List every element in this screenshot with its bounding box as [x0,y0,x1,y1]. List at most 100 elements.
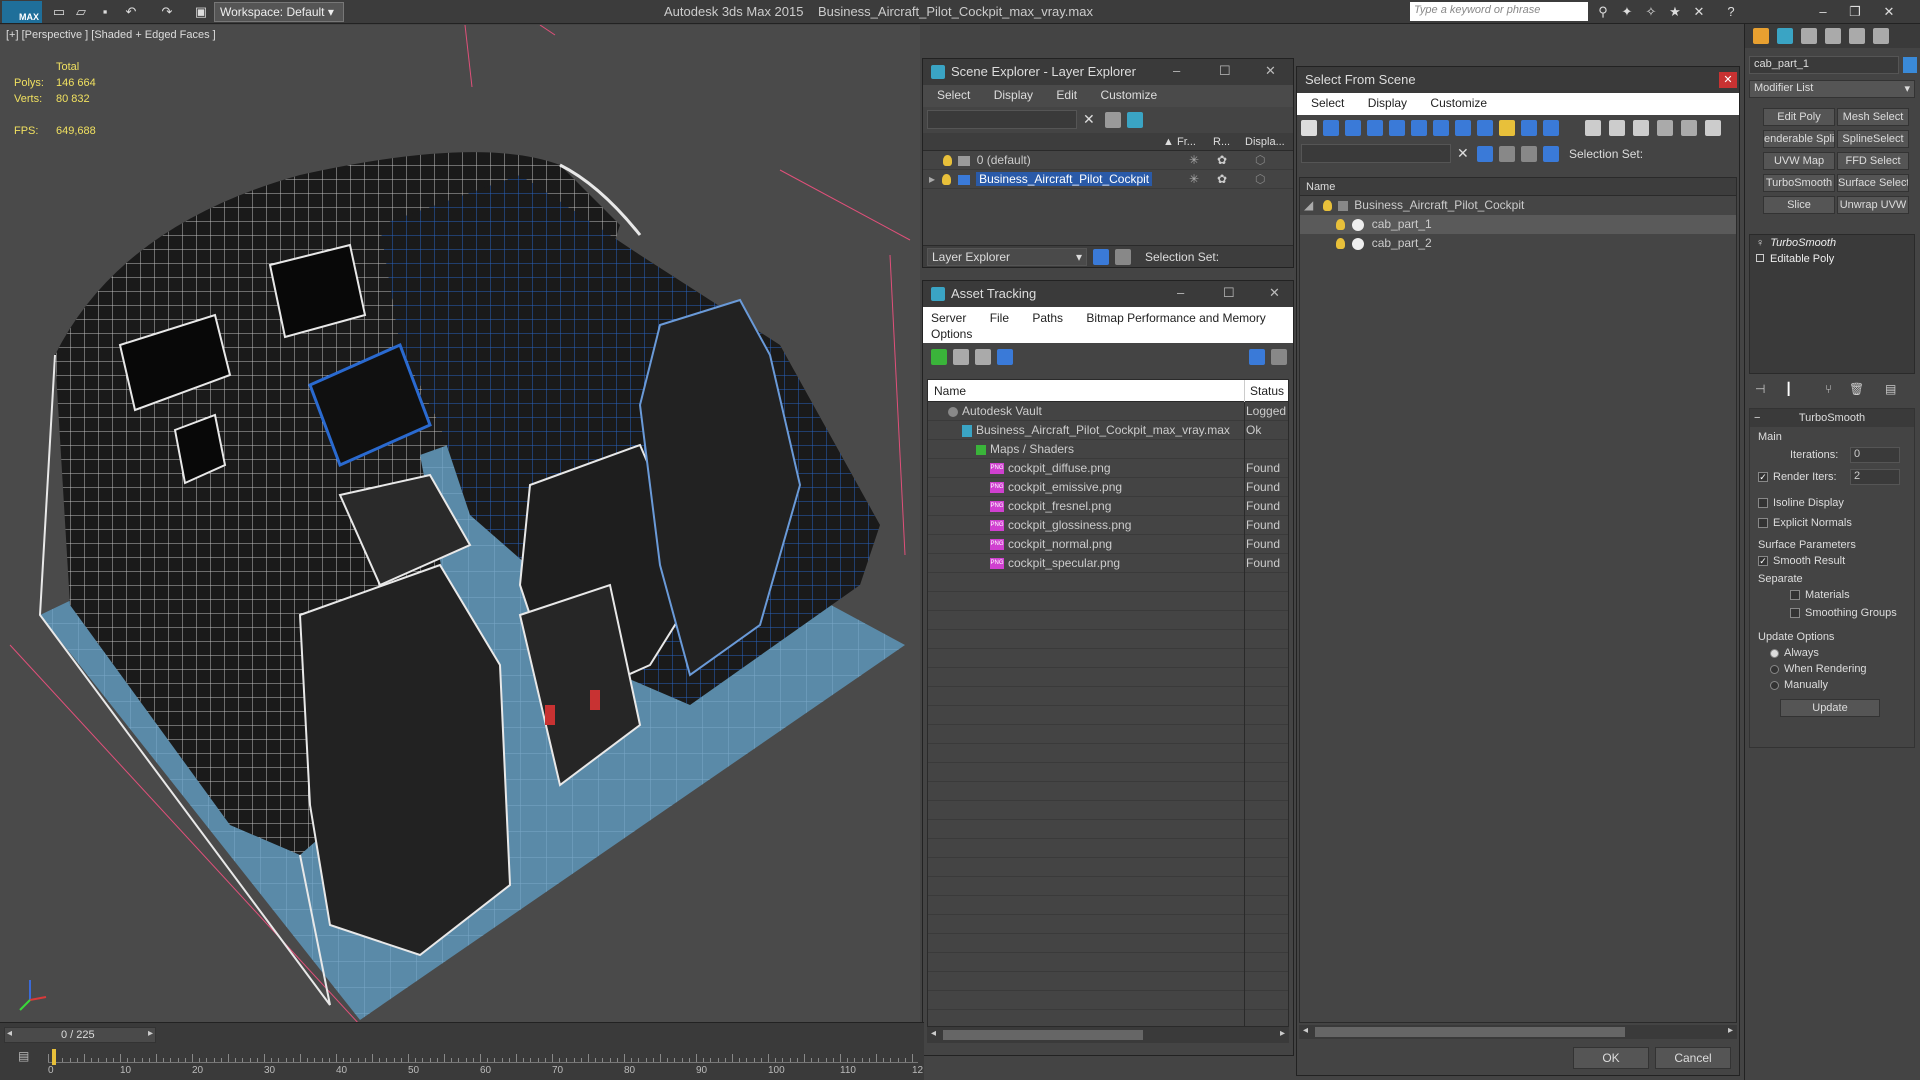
rollout-header[interactable]: − TurboSmooth [1750,409,1914,427]
mini-curve-editor-icon[interactable]: ▤ [18,1049,38,1067]
layer-tool-icon[interactable] [1105,112,1121,128]
open-file-icon[interactable]: ▱ [72,3,90,21]
remove-modifier-icon[interactable]: 🗑 [1849,382,1864,396]
col-name[interactable]: Name [934,380,966,402]
list-option-icon[interactable] [1657,120,1673,136]
table-view-icon[interactable] [997,349,1013,365]
clear-icon[interactable]: ✕ [1457,145,1469,162]
track-bar[interactable]: 0 10 20 30 40 50 60 70 80 90 100 110 12 [48,1051,923,1076]
redo-icon[interactable]: ↷ [158,3,176,21]
col-name[interactable]: Name [1300,178,1736,196]
hierarchy-icon[interactable] [1115,249,1131,265]
favorites-icon[interactable]: ★ [1666,3,1684,21]
asset-row[interactable]: Autodesk Vault Logged [928,402,1288,421]
object-type-filter-icon[interactable] [1455,120,1471,136]
list-option-icon[interactable] [1681,120,1697,136]
menu-display[interactable]: Display [1368,96,1407,110]
explicit-normals-checkbox[interactable]: Explicit Normals [1758,517,1852,529]
menu-customize[interactable]: Customize [1430,96,1487,110]
maximize-icon[interactable]: ☐ [1223,285,1235,301]
modifier-button[interactable]: Unwrap UVW [1837,196,1909,214]
col-status[interactable]: Status [1250,380,1284,402]
materials-checkbox[interactable]: Materials [1790,589,1850,601]
asset-row[interactable]: PNG cockpit_glossiness.png Found [928,516,1288,535]
create-tab-icon[interactable] [1753,28,1769,44]
asset-row[interactable]: PNG cockpit_fresnel.png Found [928,497,1288,516]
always-radio[interactable]: Always [1770,647,1819,659]
filter-icon[interactable] [1477,146,1493,162]
object-type-filter-icon[interactable] [1521,120,1537,136]
modifier-button[interactable]: Edit Poly [1763,108,1835,126]
update-button[interactable]: Update [1780,699,1880,717]
freeze-icon[interactable]: ✳ [1189,151,1199,170]
help-icon[interactable] [1249,349,1265,365]
pin-stack-icon[interactable]: ⊣ [1755,382,1765,396]
render-iters-checkbox[interactable]: ✓ Render Iters: [1758,471,1837,483]
col-freeze[interactable]: Fr... [1177,133,1196,151]
display-tab-icon[interactable] [1849,28,1865,44]
display-icon[interactable]: ⬡ [1255,151,1265,170]
modifier-button[interactable]: Slice [1763,196,1835,214]
asset-row[interactable]: Business_Aircraft_Pilot_Cockpit_max_vray… [928,421,1288,440]
asset-row[interactable]: Maps / Shaders [928,440,1288,459]
menu-file[interactable]: File [990,311,1009,325]
object-type-filter-icon[interactable] [1543,120,1559,136]
close-icon[interactable]: ✕ [1719,72,1737,88]
tree-row-object[interactable]: cab_part_2 [1300,234,1736,253]
refresh-icon[interactable] [931,349,947,365]
app-logo[interactable]: MAX [2,1,42,23]
object-color-swatch[interactable] [1903,57,1917,73]
lightbulb-icon[interactable] [943,155,952,167]
col-display[interactable]: Displa... [1245,133,1285,151]
menu-bitmap-performance[interactable]: Bitmap Performance and Memory [1086,311,1265,325]
layer-row[interactable]: ▸ Business_Aircraft_Pilot_Cockpit ✳ ✿ ⬡ [923,170,1293,189]
asset-horizontal-scrollbar[interactable]: ◂ ▸ [927,1027,1289,1043]
lightbulb-icon[interactable] [1322,200,1332,212]
help-icon[interactable]: ? [1722,3,1740,21]
layer-add-icon[interactable] [1127,112,1143,128]
communication-icon[interactable]: ✧ [1642,3,1660,21]
smoothing-groups-checkbox[interactable]: Smoothing Groups [1790,607,1897,619]
lightbulb-icon[interactable] [1336,219,1345,231]
isoline-checkbox[interactable]: Isoline Display [1758,497,1844,509]
menu-display[interactable]: Display [994,88,1033,102]
layer-row[interactable]: 0 (default) ✳ ✿ ⬡ [923,151,1293,170]
asset-row[interactable]: PNG cockpit_specular.png Found [928,554,1288,573]
layer-stack-icon[interactable] [1521,146,1537,162]
minimize-icon[interactable]: – [1814,3,1832,21]
hierarchy-tab-icon[interactable] [1801,28,1817,44]
col-name[interactable] [927,133,930,151]
close-icon[interactable]: ✕ [1269,285,1280,301]
object-type-filter-icon[interactable] [1301,120,1317,136]
render-icon[interactable]: ✿ [1217,151,1227,170]
when-rendering-radio[interactable]: When Rendering [1770,663,1867,675]
list-option-icon[interactable] [1705,120,1721,136]
scene-explorer-title[interactable]: Scene Explorer - Layer Explorer – ☐ ✕ [923,59,1293,85]
menu-options[interactable]: Options [931,327,972,341]
tree-row-object[interactable]: cab_part_1 [1300,215,1736,234]
iterations-spinner[interactable]: 0 [1850,447,1900,463]
object-type-filter-icon[interactable] [1477,120,1493,136]
asset-tracking-title[interactable]: Asset Tracking – ☐ ✕ [923,281,1293,307]
object-type-filter-icon[interactable] [1367,120,1383,136]
asset-row[interactable]: PNG cockpit_normal.png Found [928,535,1288,554]
scene-list-scrollbar[interactable]: ◂ ▸ [1299,1025,1737,1039]
perspective-viewport[interactable]: [+] [Perspective ] [Shaded + Edged Faces… [0,25,920,1025]
lightbulb-icon[interactable] [1336,238,1345,250]
save-file-icon[interactable]: ▪ [96,3,114,21]
minimize-icon[interactable]: – [1177,285,1184,300]
time-slider[interactable]: ◂ 0 / 225 ▸ [4,1027,156,1043]
select-from-scene-title[interactable]: Select From Scene ✕ [1297,67,1739,93]
lightbulb-icon[interactable] [942,174,952,186]
bulb-icon[interactable]: ♀ [1756,237,1764,249]
object-type-filter-icon[interactable] [1411,120,1427,136]
collapse-icon[interactable]: ◢ [1304,198,1313,212]
tools-icon[interactable]: ✦ [1618,3,1636,21]
freeze-icon[interactable]: ✳ [1189,170,1199,189]
binoculars-icon[interactable]: ⚲ [1594,3,1612,21]
expand-icon[interactable] [1756,254,1764,262]
stack-item-turbosmooth[interactable]: ♀ TurboSmooth [1750,235,1914,251]
exchange-icon[interactable]: ✕ [1690,3,1708,21]
thumbnail-view-icon[interactable] [975,349,991,365]
project-icon[interactable]: ▣ [192,3,210,21]
